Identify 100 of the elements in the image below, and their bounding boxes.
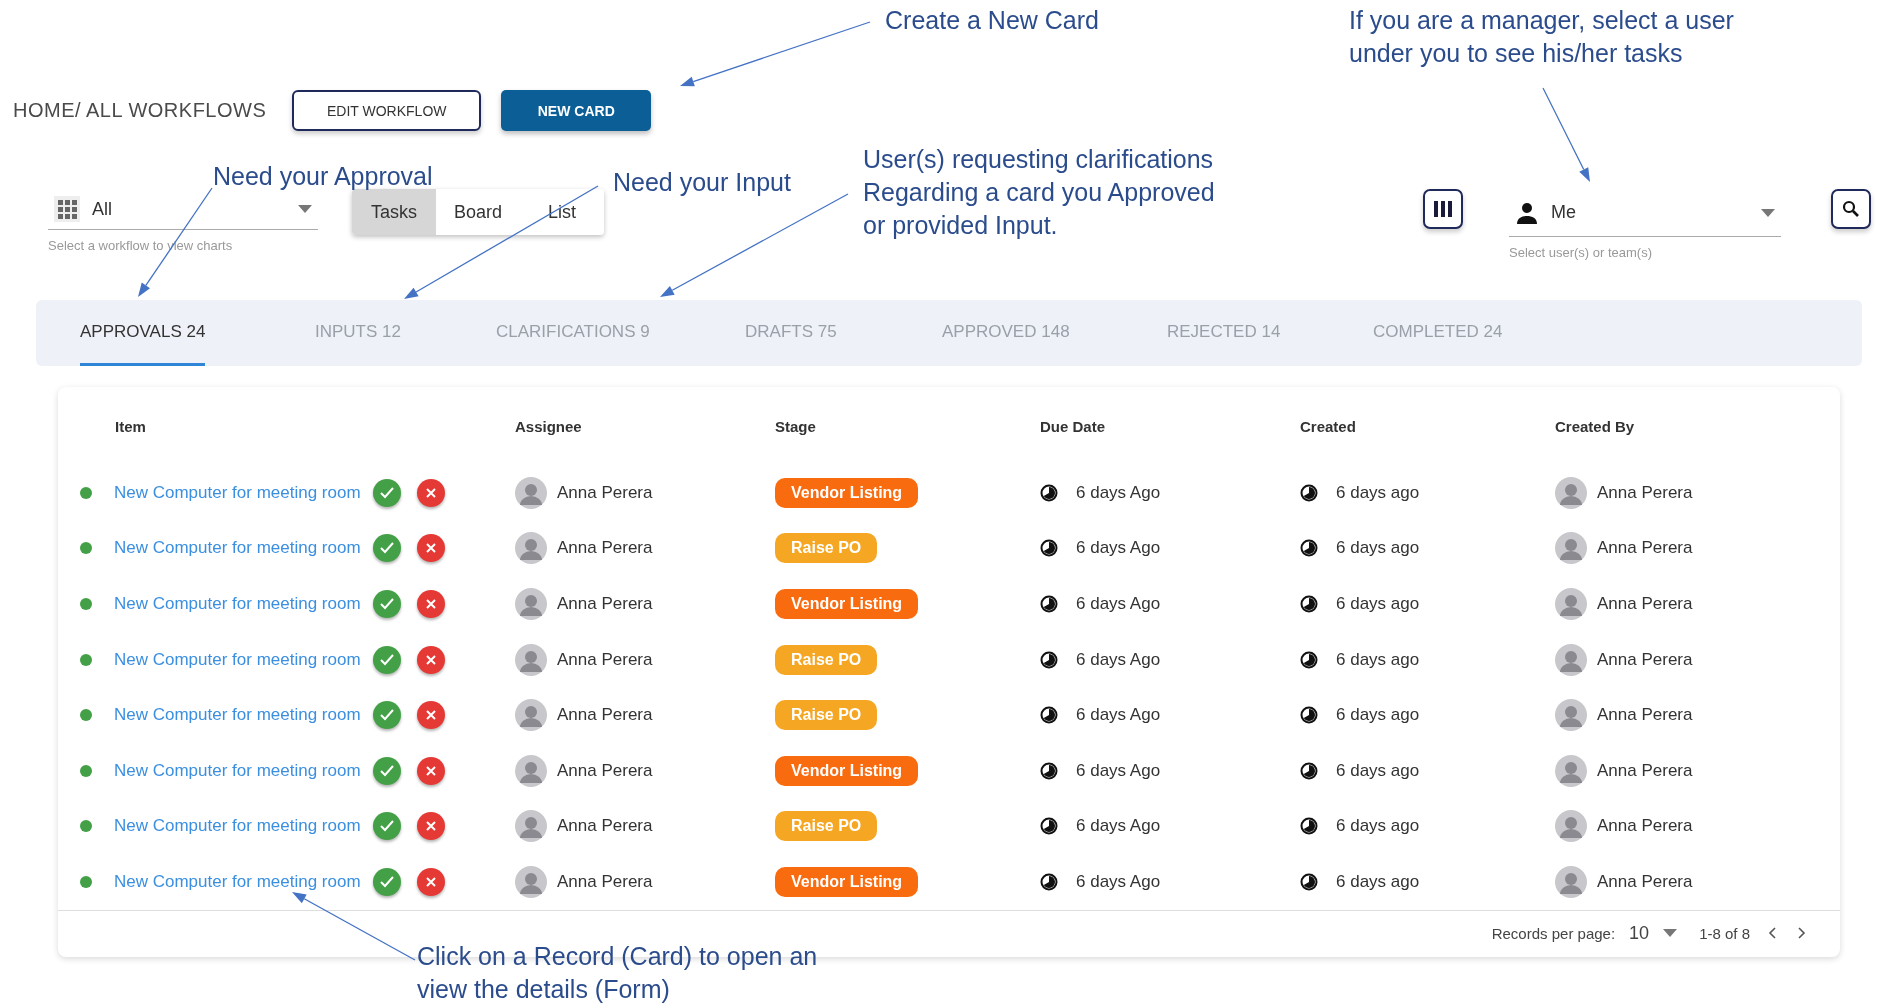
clock-icon	[1040, 761, 1058, 780]
clock-icon	[1300, 483, 1318, 502]
status-tab[interactable]: APPROVED 148	[942, 300, 1167, 366]
reject-button[interactable]	[416, 590, 445, 618]
stage-tag: Vendor Listing	[775, 866, 919, 897]
annotation-text: Need your Approval	[213, 161, 433, 192]
item-link[interactable]: New Computer for meeting room	[114, 649, 361, 670]
status-tab[interactable]: INPUTS 12	[315, 300, 496, 366]
created-date: 6 days ago	[1336, 482, 1420, 503]
status-dot	[80, 542, 92, 555]
close-icon	[425, 876, 436, 887]
user-select[interactable]: Me	[1509, 189, 1781, 237]
status-tab[interactable]: REJECTED 14	[1167, 300, 1373, 366]
status-tab[interactable]: CLARIFICATIONS 9	[496, 300, 745, 366]
item-link[interactable]: New Computer for meeting room	[114, 482, 361, 503]
check-icon	[379, 598, 394, 610]
clock-icon	[1040, 817, 1058, 836]
approve-button[interactable]	[372, 701, 401, 730]
clock-icon	[1040, 650, 1058, 669]
column-header: Created By	[1555, 417, 1636, 435]
view-toggle[interactable]: Tasks	[352, 189, 436, 235]
workflow-select[interactable]: All	[48, 189, 318, 230]
creator-name: Anna Perera	[1597, 705, 1693, 726]
user-select-hint: Select user(s) or team(s)	[1509, 245, 1654, 260]
reject-button[interactable]	[416, 867, 445, 896]
status-tab[interactable]: APPROVALS 24	[80, 300, 315, 366]
clock-icon	[1300, 650, 1318, 669]
column-header: Assignee	[515, 417, 583, 435]
avatar	[515, 754, 547, 787]
search-button[interactable]	[1831, 189, 1871, 229]
assignee-name: Anna Perera	[557, 760, 653, 781]
avatar	[1555, 865, 1587, 898]
item-link[interactable]: New Computer for meeting room	[114, 705, 361, 726]
new-card-button[interactable]: NEW CARD	[501, 90, 652, 131]
approve-button[interactable]	[372, 756, 401, 785]
clock-icon	[1040, 595, 1058, 613]
edit-workflow-button[interactable]: EDIT WORKFLOW	[292, 90, 482, 131]
reject-button[interactable]	[416, 645, 445, 674]
reject-button[interactable]	[416, 812, 445, 841]
approve-button[interactable]	[372, 534, 401, 563]
avatar	[515, 532, 547, 565]
annotation-text: Need your Input	[613, 167, 791, 198]
caret-icon	[1761, 208, 1775, 217]
view-toggle[interactable]: List	[520, 189, 604, 235]
item-link[interactable]: New Computer for meeting room	[114, 538, 361, 559]
item-link[interactable]: New Computer for meeting room	[114, 760, 361, 781]
approve-button[interactable]	[372, 645, 401, 674]
status-dot	[80, 820, 92, 833]
assignee-name: Anna Perera	[557, 649, 653, 670]
avatar	[1555, 532, 1587, 565]
clock-icon	[1300, 761, 1318, 780]
reject-button[interactable]	[416, 756, 445, 785]
status-dot	[80, 598, 92, 610]
approve-button[interactable]	[372, 812, 401, 841]
annotation-text: User(s) requesting clarifications	[863, 144, 1215, 175]
assignee-name: Anna Perera	[557, 594, 653, 614]
annotation-text: Regarding a card you Approved	[863, 177, 1215, 208]
avatar	[1555, 588, 1587, 620]
grid-icon	[54, 196, 80, 222]
chevron-left-icon	[1768, 927, 1776, 940]
stage-tag: Vendor Listing	[775, 755, 919, 786]
created-date: 6 days ago	[1336, 871, 1420, 892]
annotation-text: or provided Input.	[863, 210, 1059, 241]
caret-icon	[1663, 929, 1678, 938]
check-icon	[379, 820, 394, 833]
assignee-name: Anna Perera	[557, 816, 653, 837]
status-dot	[80, 709, 92, 722]
reject-button[interactable]	[416, 701, 445, 730]
approve-button[interactable]	[372, 478, 401, 507]
check-icon	[379, 764, 394, 777]
item-link[interactable]: New Computer for meeting room	[114, 816, 361, 837]
due-date: 6 days Ago	[1076, 482, 1161, 503]
annotation-text: Create a New Card	[885, 5, 1099, 36]
check-icon	[379, 875, 394, 888]
breadcrumb: HOME/ ALL WORKFLOWS	[13, 99, 267, 122]
avatar	[515, 643, 547, 676]
close-icon	[425, 487, 436, 498]
due-date: 6 days Ago	[1076, 538, 1161, 559]
status-tab[interactable]: COMPLETED 24	[1373, 300, 1573, 366]
check-icon	[379, 542, 394, 555]
item-link[interactable]: New Computer for meeting room	[114, 594, 361, 614]
created-date: 6 days ago	[1336, 816, 1420, 837]
clock-icon	[1300, 817, 1318, 836]
status-tab[interactable]: DRAFTS 75	[745, 300, 942, 366]
columns-button[interactable]	[1423, 189, 1463, 229]
close-icon	[425, 821, 436, 832]
columns-icon	[1434, 201, 1452, 217]
per-page-value[interactable]: 10	[1629, 922, 1650, 944]
column-header: Stage	[775, 417, 817, 435]
avatar	[1555, 699, 1587, 732]
approve-button[interactable]	[372, 590, 401, 618]
reject-button[interactable]	[416, 534, 445, 563]
item-link[interactable]: New Computer for meeting room	[114, 871, 361, 892]
check-icon	[379, 653, 394, 666]
reject-button[interactable]	[416, 478, 445, 507]
created-date: 6 days ago	[1336, 649, 1420, 670]
column-header: Item	[114, 417, 147, 435]
view-toggle[interactable]: Board	[436, 189, 520, 235]
status-dot	[80, 486, 92, 499]
approve-button[interactable]	[372, 867, 401, 896]
